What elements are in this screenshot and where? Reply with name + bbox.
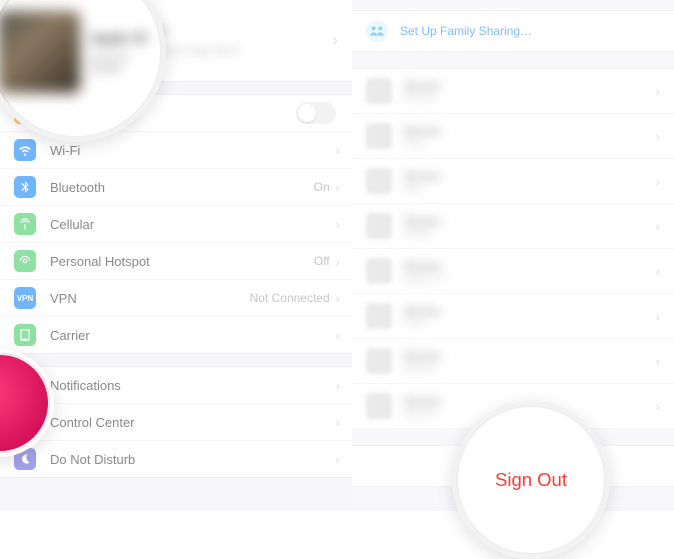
wifi-icon [14,139,36,161]
device-row[interactable]: Device iPod › [352,294,674,339]
chevron-right-icon: › [656,264,660,279]
device-row[interactable]: Device Apple TV › [352,249,674,294]
chevron-right-icon: › [333,32,338,50]
family-sharing-row[interactable]: Set Up Family Sharing… [352,10,674,52]
hotspot-row[interactable]: Personal Hotspot Off › [0,243,352,280]
chevron-right-icon: › [656,84,660,99]
device-list: Device iPhone › Device iPad › Device Mac… [352,68,674,429]
chevron-right-icon: › [656,354,660,369]
carrier-icon [14,324,36,346]
chevron-right-icon: › [656,309,660,324]
notifications-label: Notifications [50,378,336,393]
carrier-label: Carrier [50,328,336,343]
chevron-right-icon: › [336,415,340,430]
hotspot-label: Personal Hotspot [50,254,314,269]
dnd-label: Do Not Disturb [50,452,336,467]
airplane-toggle[interactable] [296,102,336,124]
device-thumb-icon [366,213,392,239]
hotspot-icon [14,250,36,272]
alerts-group: Notifications › Control Center › Do Not … [0,366,352,478]
chevron-right-icon: › [656,174,660,189]
carrier-row[interactable]: Carrier › [0,317,352,353]
vpn-value: Not Connected [250,291,330,305]
chevron-right-icon: › [656,129,660,144]
device-thumb-icon [366,303,392,329]
chevron-right-icon: › [656,219,660,234]
zoom-profile-name: Apple ID [90,30,162,47]
zoom-signout-label: Sign Out [495,469,567,491]
device-thumb-icon [366,168,392,194]
chevron-right-icon: › [336,378,340,393]
chevron-right-icon: › [336,143,340,158]
chevron-right-icon: › [336,217,340,232]
bluetooth-icon [14,176,36,198]
device-row[interactable]: Device Device › [352,339,674,384]
device-row[interactable]: Device Mac › [352,159,674,204]
bluetooth-row[interactable]: Bluetooth On › [0,169,352,206]
device-row[interactable]: Device iPad › [352,114,674,159]
zoom-signout-callout: Sign Out [452,401,610,559]
device-thumb-icon [366,78,392,104]
vpn-row[interactable]: VPN VPN Not Connected › [0,280,352,317]
device-thumb-icon [366,258,392,284]
bluetooth-label: Bluetooth [50,180,314,195]
chevron-right-icon: › [336,254,340,269]
chevron-right-icon: › [336,328,340,343]
family-sharing-label: Set Up Family Sharing… [400,24,532,38]
device-thumb-icon [366,123,392,149]
cellular-row[interactable]: Cellular › [0,206,352,243]
bluetooth-value: On [314,180,330,194]
vpn-icon: VPN [14,287,36,309]
chevron-right-icon: › [336,291,340,306]
hotspot-value: Off [314,254,330,268]
cellular-icon [14,213,36,235]
device-thumb-icon [366,348,392,374]
vpn-label: VPN [50,291,250,306]
wifi-label: Wi-Fi [50,143,330,158]
device-row[interactable]: Device iPhone › [352,69,674,114]
chevron-right-icon: › [336,180,340,195]
device-thumb-icon [366,393,392,419]
device-row[interactable]: Device Watch › [352,204,674,249]
control-center-label: Control Center [50,415,336,430]
dnd-row[interactable]: Do Not Disturb › [0,441,352,477]
chevron-right-icon: › [656,399,660,414]
avatar [0,11,80,93]
cellular-label: Cellular [50,217,336,232]
family-sharing-icon [366,20,388,42]
chevron-right-icon: › [336,452,340,467]
zoom-profile-sub: account details [90,51,162,75]
